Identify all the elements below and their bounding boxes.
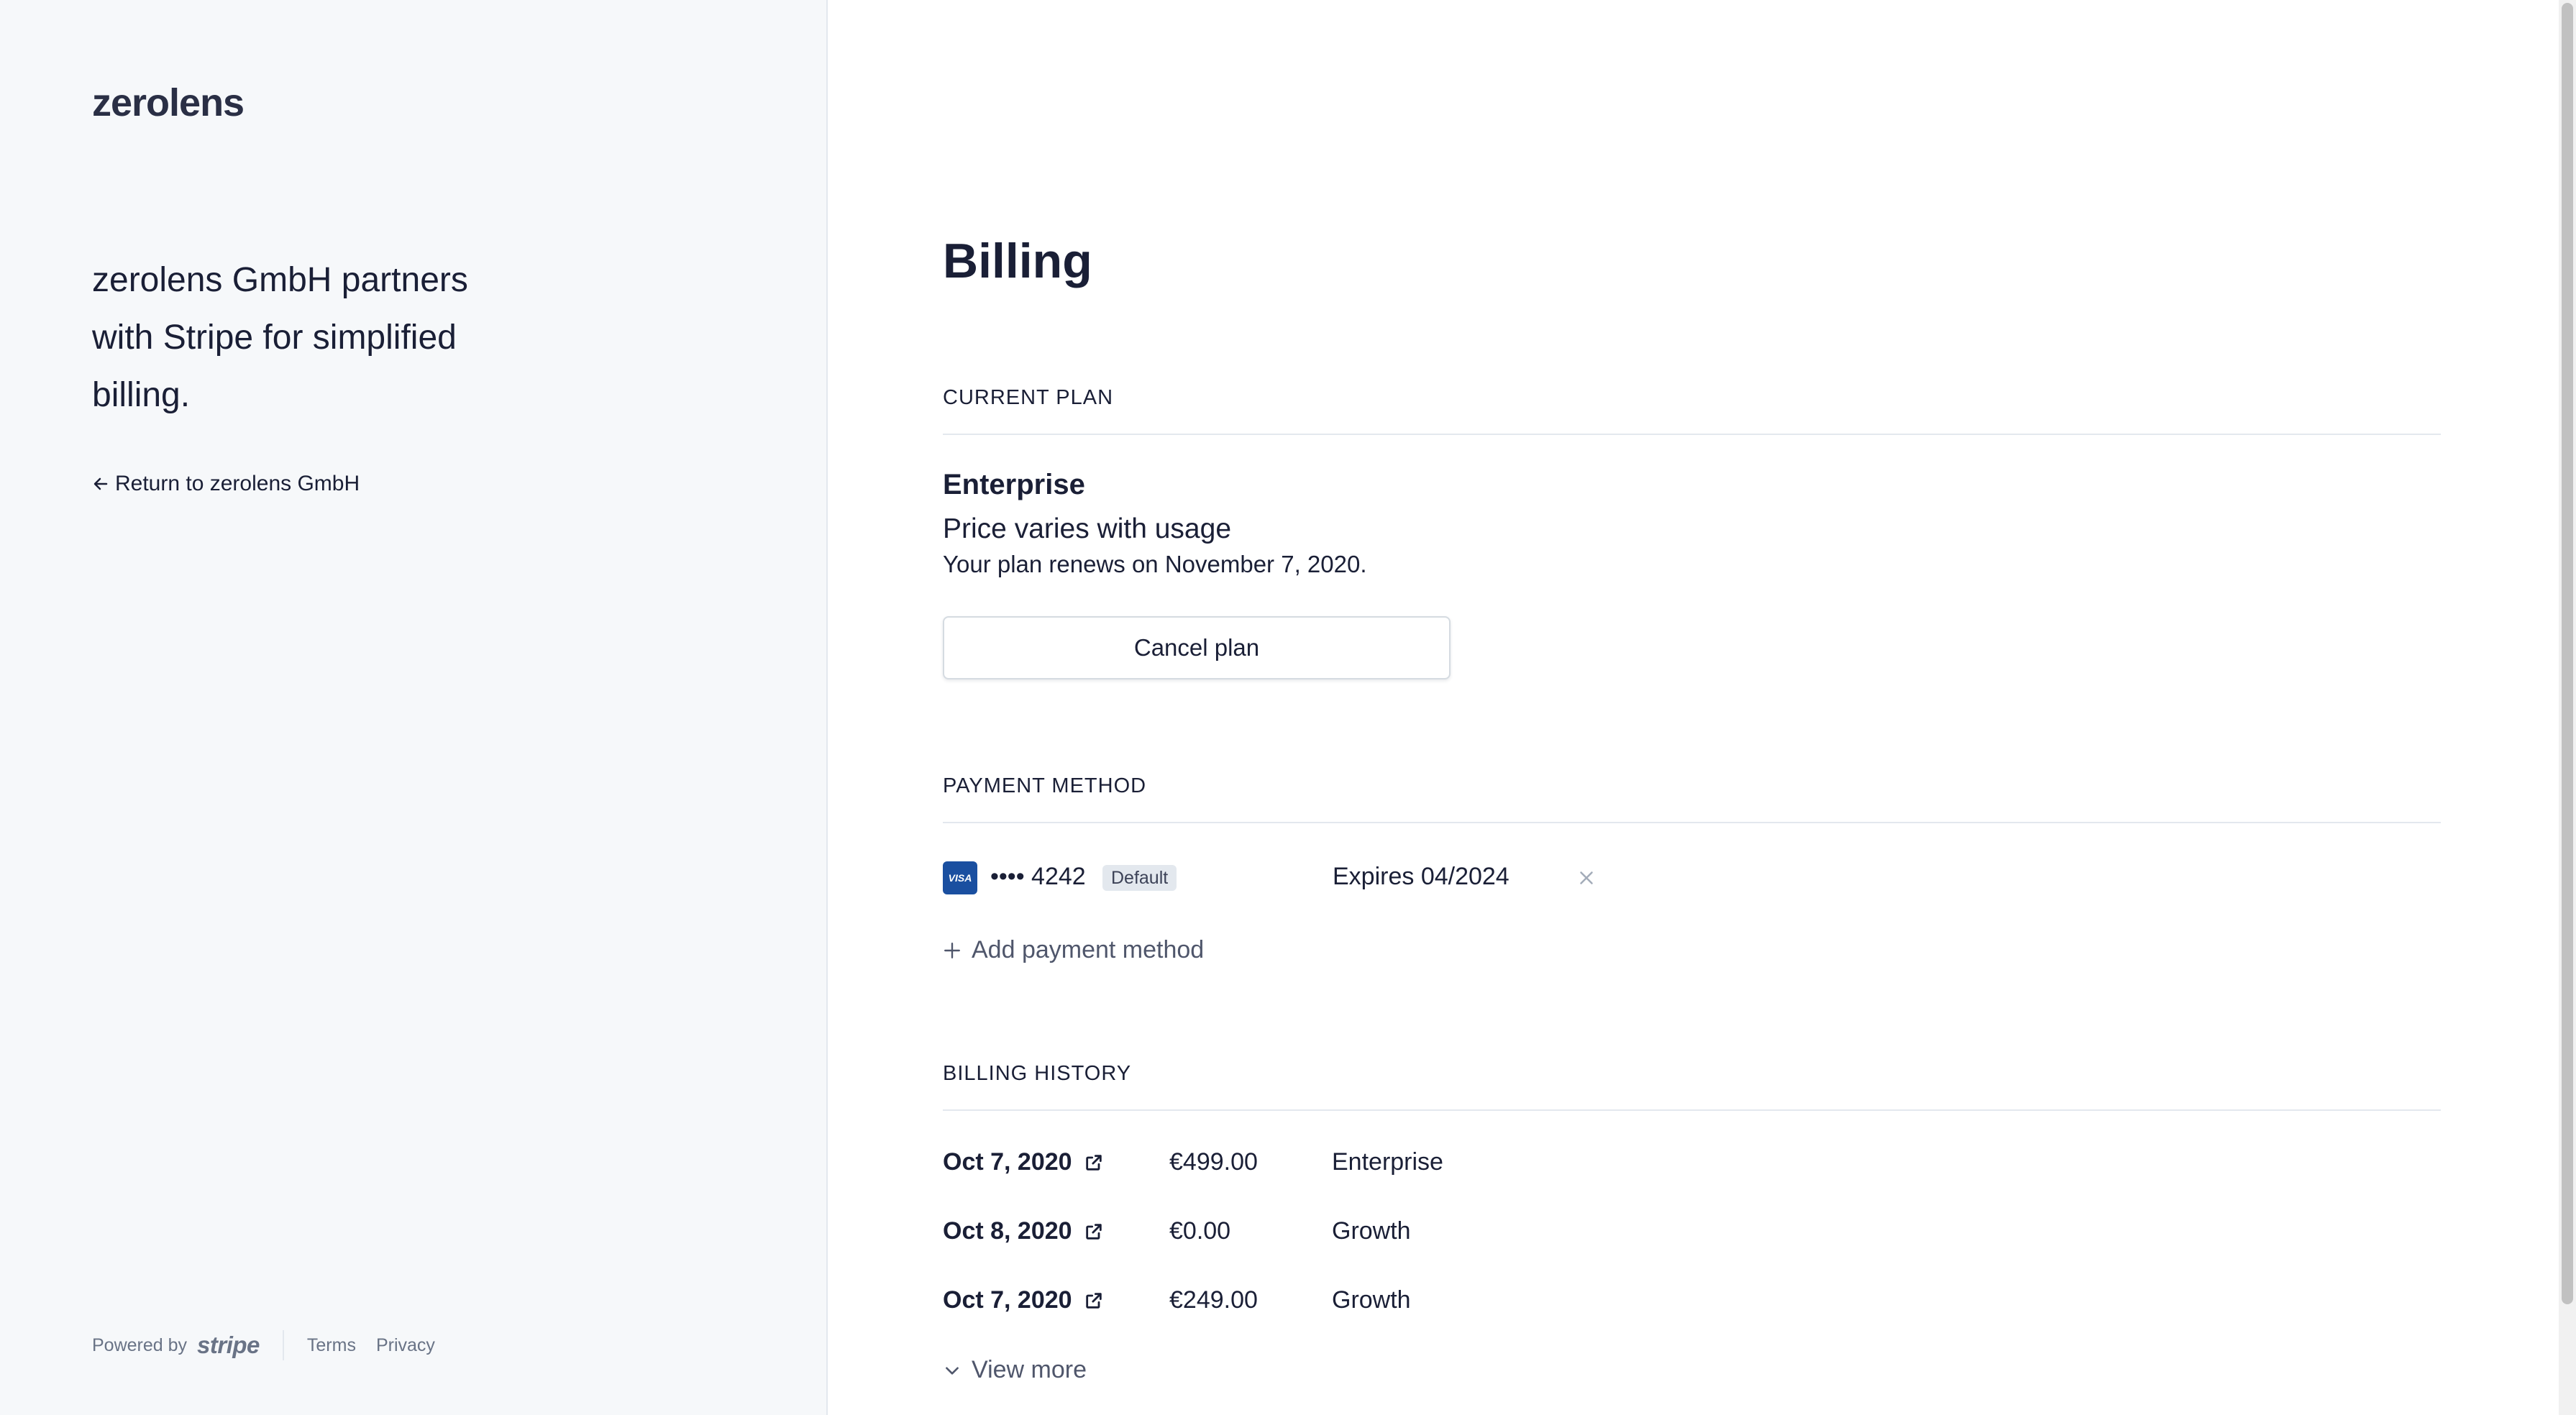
footer: Powered by stripe Terms Privacy — [92, 1330, 455, 1360]
billing-history-heading: BILLING HISTORY — [943, 1062, 1132, 1085]
logo-text: zerolens — [92, 81, 245, 124]
external-link-icon — [1085, 1154, 1102, 1171]
invoice-date: Oct 7, 2020 — [943, 1286, 1072, 1314]
left-panel: zerolens zerolens GmbH partners with Str… — [0, 0, 828, 1415]
close-icon[interactable] — [1576, 867, 1597, 889]
invoice-amount: €0.00 — [1169, 1217, 1231, 1245]
visa-card-icon: VISA — [943, 861, 977, 894]
divider — [943, 1109, 2441, 1111]
powered-by-text: Powered by — [92, 1334, 188, 1355]
invoice-date: Oct 7, 2020 — [943, 1148, 1072, 1176]
invoice-link[interactable]: Oct 8, 2020 — [943, 1217, 1104, 1245]
page-title: Billing — [943, 234, 1092, 288]
add-payment-method-button[interactable]: Add payment method — [943, 936, 1204, 964]
divider — [943, 434, 2441, 435]
card-expiry: Expires 04/2024 — [1333, 863, 1509, 890]
current-plan-heading: CURRENT PLAN — [943, 386, 1114, 409]
zerolens-logo: zerolens — [92, 83, 250, 141]
terms-link[interactable]: Terms — [307, 1335, 356, 1356]
scrollbar-thumb[interactable] — [2562, 3, 2573, 1304]
invoice-link[interactable]: Oct 7, 2020 — [943, 1286, 1104, 1314]
payment-method-row: VISA •••• 4242 Default Expires 04/2024 — [943, 860, 1662, 896]
stripe-logo[interactable]: stripe — [197, 1332, 260, 1359]
view-more-label: View more — [972, 1356, 1087, 1383]
table-row: Oct 7, 2020 €249.00 Growth — [943, 1286, 1806, 1318]
divider — [943, 822, 2441, 823]
scrollbar[interactable] — [2559, 0, 2576, 1415]
plan-price: Price varies with usage — [943, 513, 1232, 544]
external-link-icon — [1085, 1223, 1102, 1240]
view-more-button[interactable]: View more — [943, 1356, 1087, 1384]
privacy-link[interactable]: Privacy — [376, 1335, 435, 1356]
chevron-down-icon — [946, 1366, 959, 1375]
invoice-plan: Growth — [1332, 1217, 1411, 1245]
tagline: zerolens GmbH partners with Stripe for s… — [92, 261, 468, 414]
return-link-label: Return to zerolens GmbH — [115, 472, 360, 495]
invoice-amount: €249.00 — [1169, 1286, 1258, 1314]
invoice-link[interactable]: Oct 7, 2020 — [943, 1148, 1104, 1176]
external-link-icon — [1085, 1292, 1102, 1309]
invoice-date: Oct 8, 2020 — [943, 1217, 1072, 1245]
payment-method-heading: PAYMENT METHOD — [943, 774, 1147, 797]
invoice-plan: Growth — [1332, 1286, 1411, 1314]
invoice-amount: €499.00 — [1169, 1148, 1258, 1176]
arrow-left-icon — [93, 477, 108, 490]
plan-renewal-text: Your plan renews on November 7, 2020. — [943, 551, 1367, 577]
plan-name: Enterprise — [943, 469, 1085, 500]
plus-icon — [944, 942, 960, 958]
table-row: Oct 8, 2020 €0.00 Growth — [943, 1217, 1806, 1249]
invoice-plan: Enterprise — [1332, 1148, 1443, 1176]
footer-divider — [282, 1330, 284, 1360]
cancel-plan-button[interactable]: Cancel plan — [943, 616, 1451, 679]
add-payment-method-label: Add payment method — [972, 936, 1205, 963]
card-number: •••• 4242 — [990, 863, 1086, 890]
return-link[interactable]: Return to zerolens GmbH — [92, 472, 360, 496]
table-row: Oct 7, 2020 €499.00 Enterprise — [943, 1148, 1806, 1180]
default-badge: Default — [1102, 865, 1177, 891]
